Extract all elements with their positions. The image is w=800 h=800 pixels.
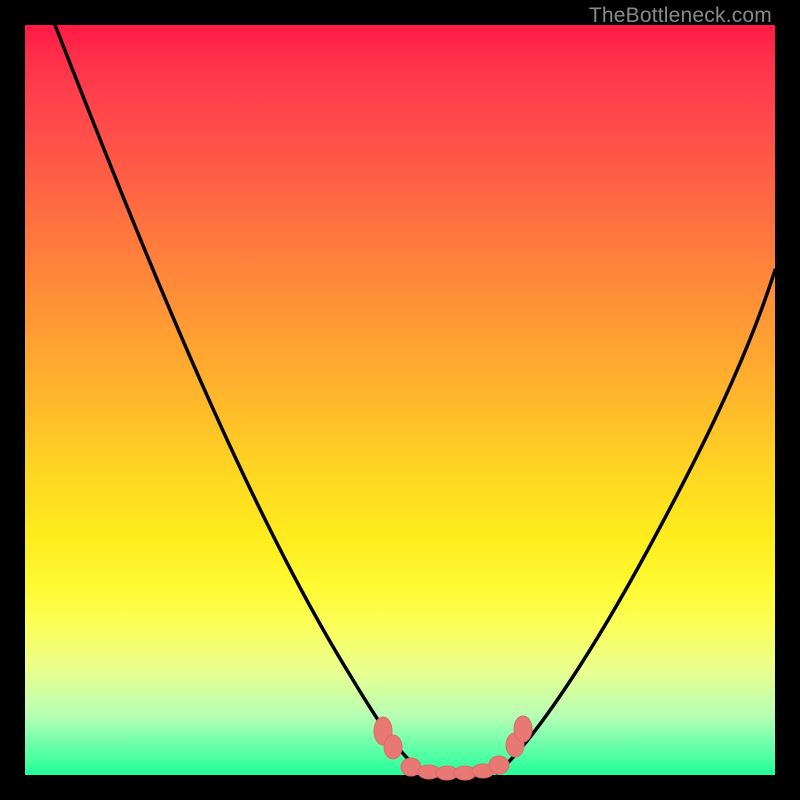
trough-marker	[489, 756, 509, 774]
chart-frame: TheBottleneck.com	[0, 0, 800, 800]
trough-marker	[514, 716, 532, 742]
curve-left	[55, 25, 425, 773]
curve-right	[497, 270, 775, 773]
trough-marker	[384, 735, 402, 759]
chart-svg	[25, 25, 775, 775]
watermark-text: TheBottleneck.com	[589, 4, 772, 28]
